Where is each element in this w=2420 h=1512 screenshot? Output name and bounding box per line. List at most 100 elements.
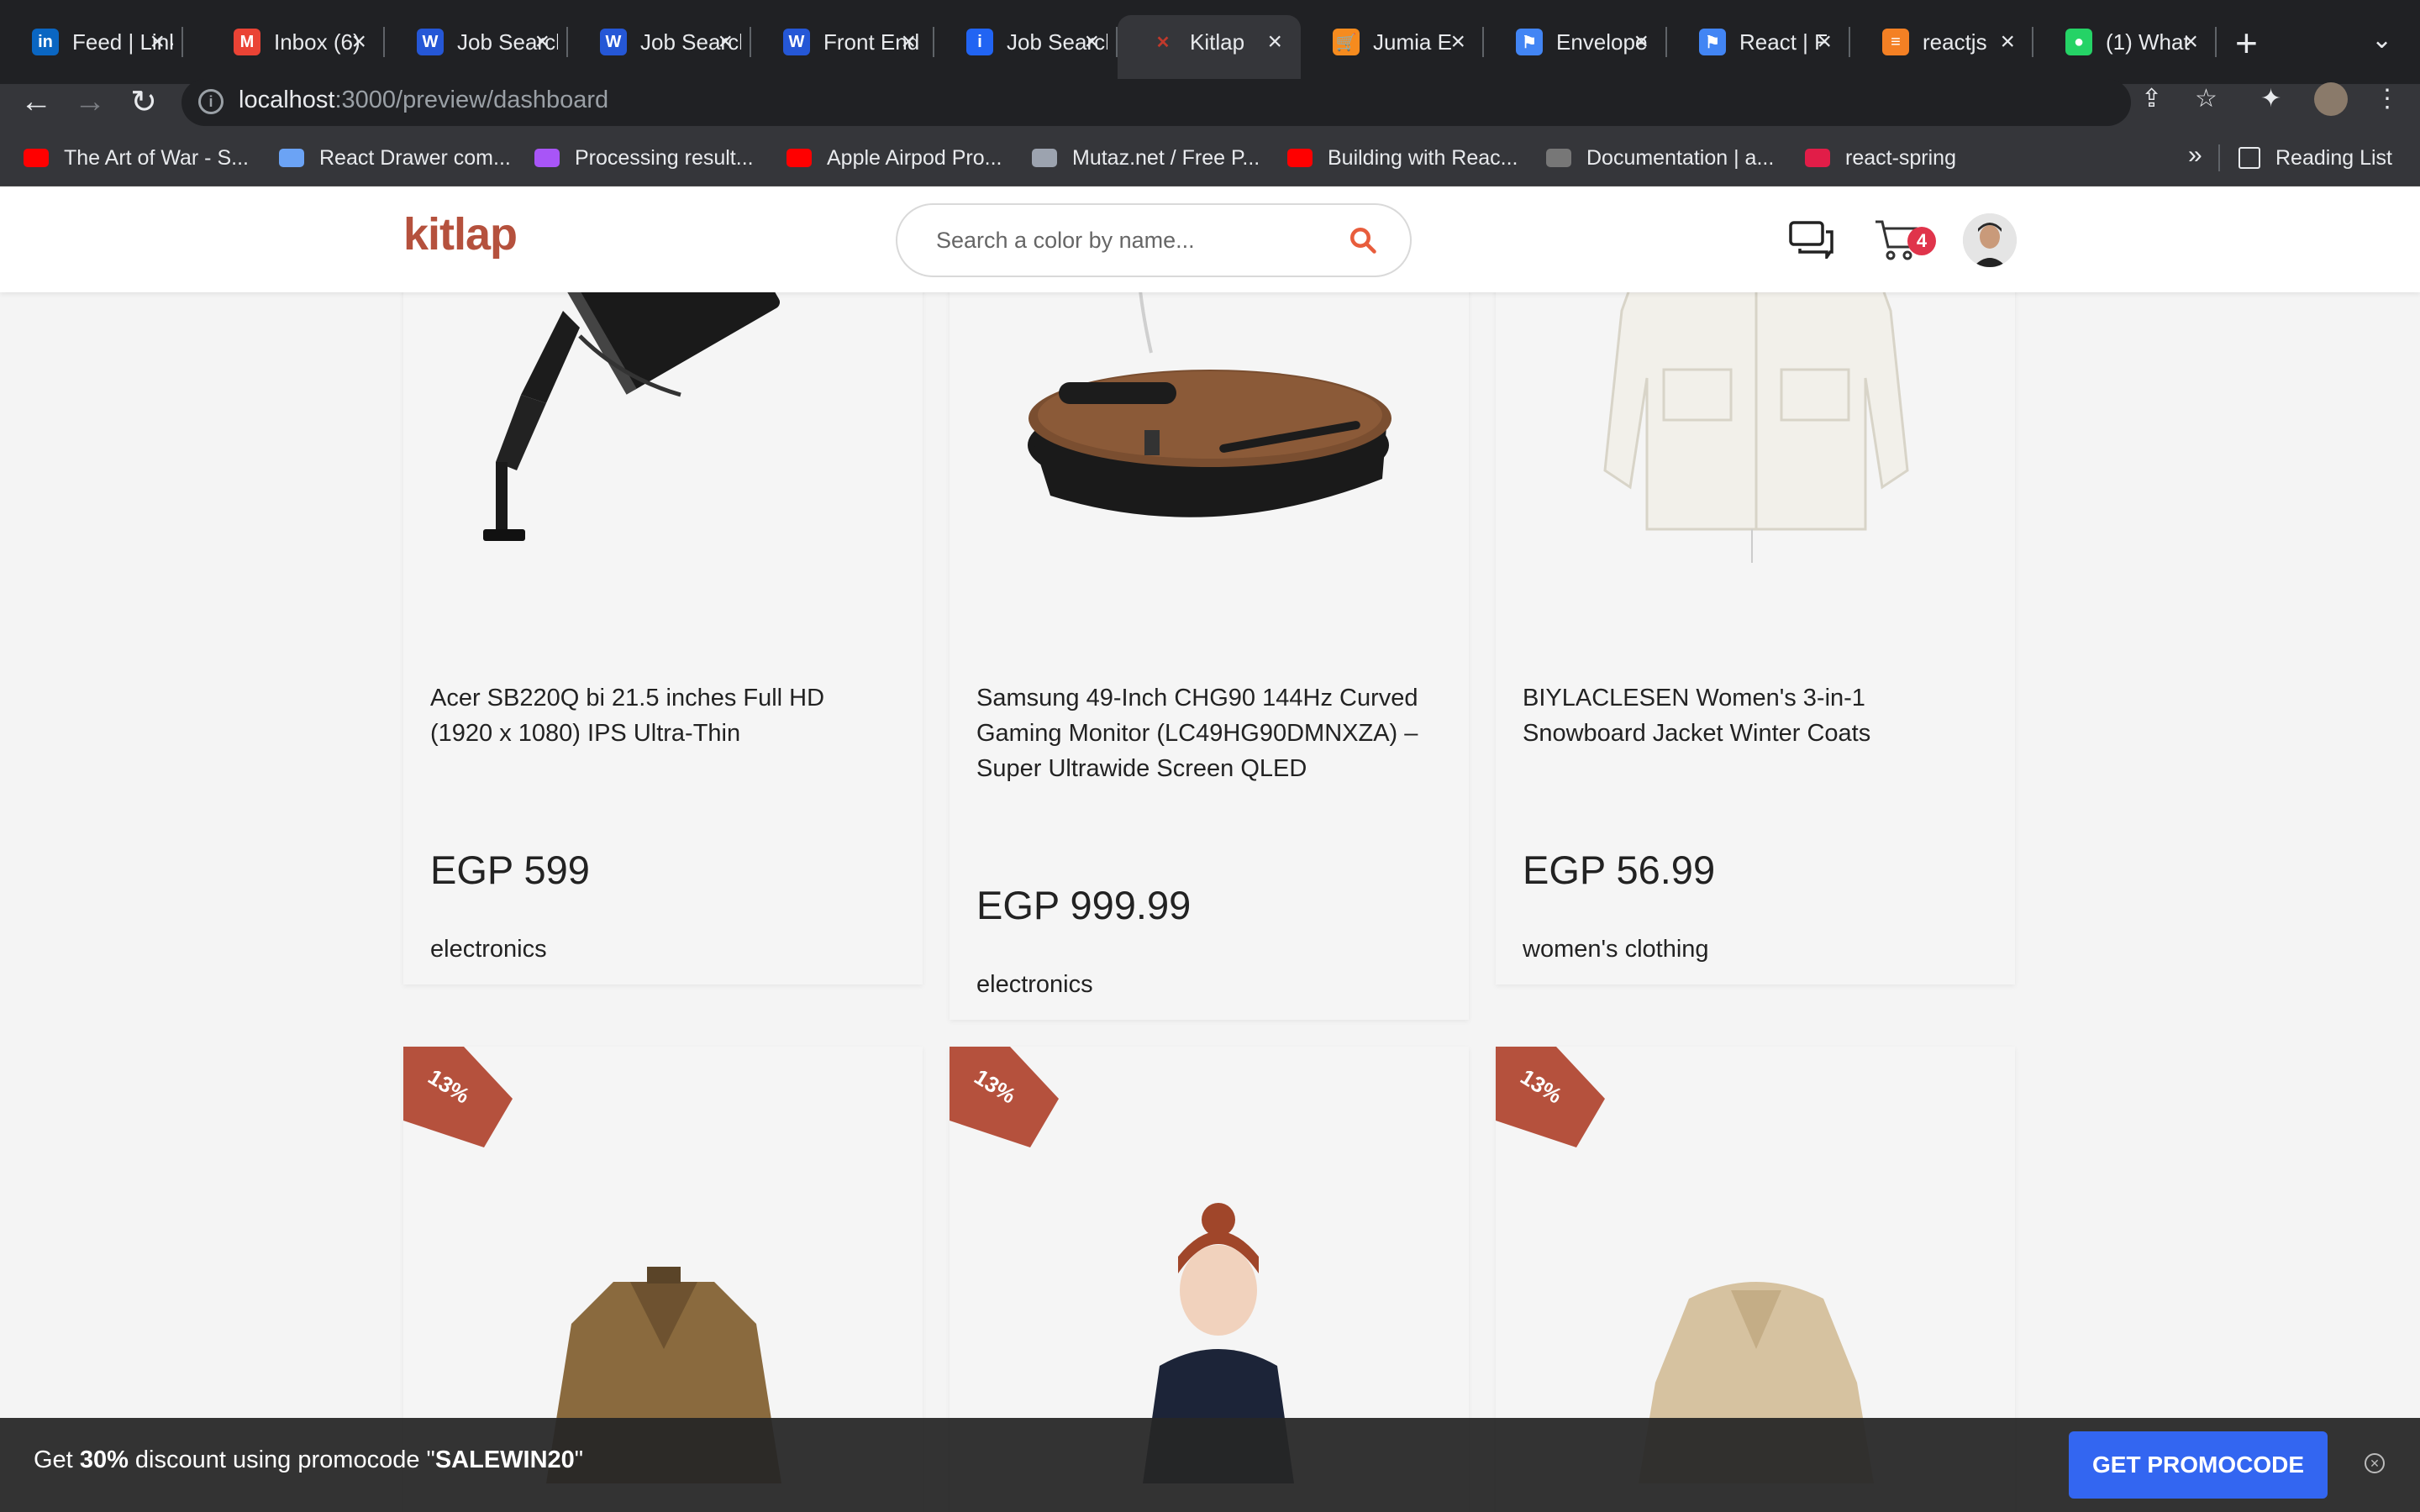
close-tab-icon[interactable]: ×	[1634, 28, 1649, 56]
profile-avatar-icon[interactable]	[2314, 82, 2348, 116]
close-tab-icon[interactable]: ×	[901, 28, 916, 56]
product-card[interactable]: BIYLACLESEN Women's 3-in-1 Snowboard Jac…	[1496, 210, 2015, 984]
search-bar	[896, 203, 1412, 277]
close-tab-icon[interactable]: ×	[1817, 28, 1832, 56]
product-price: EGP 999.99	[976, 883, 1192, 927]
close-tab-icon[interactable]: ×	[534, 28, 550, 56]
extensions-icon[interactable]: ✦	[2260, 84, 2281, 113]
promo-text: Get 30% discount using promocode "SALEWI…	[34, 1446, 583, 1474]
browser-tab[interactable]: ⚑ Envelope ×	[1484, 15, 1667, 69]
browser-tab[interactable]: W Front End ×	[751, 15, 934, 69]
promo-code: SALEWIN20	[434, 1446, 575, 1473]
reading-list-label: Reading List	[2275, 145, 2392, 170]
product-category: electronics	[430, 936, 547, 963]
browser-tab[interactable]: ⚑ React | F ×	[1667, 15, 1850, 69]
bookmark-label: Processing result...	[575, 145, 754, 170]
user-avatar[interactable]	[1963, 213, 2017, 267]
new-tab-icon[interactable]: +	[2235, 20, 2258, 66]
bookmark-favicon-icon	[1287, 149, 1313, 167]
browser-tab[interactable]: M Inbox (6) ×	[202, 15, 385, 69]
kitlap-icon: ✕	[1155, 33, 1171, 52]
bookmark-label: React Drawer com...	[319, 145, 511, 170]
bookmark-label: Documentation | a...	[1586, 145, 1775, 170]
bookmark-favicon-icon	[1546, 149, 1571, 167]
linkedin-icon: in	[32, 29, 59, 55]
bookmark-star-icon[interactable]: ☆	[2195, 84, 2217, 113]
reading-list-button[interactable]: Reading List	[2238, 143, 2392, 173]
bookmark-favicon-icon	[1805, 149, 1830, 167]
browser-menu-icon[interactable]: ⋮	[2375, 84, 2400, 113]
site-info-icon[interactable]: i	[198, 89, 224, 114]
bookmark-label: Building with Reac...	[1328, 145, 1518, 170]
bookmark-favicon-icon	[786, 149, 812, 167]
product-price: EGP 599	[430, 848, 590, 892]
product-category: electronics	[976, 971, 1093, 998]
browser-tab[interactable]: i Job Search ×	[934, 15, 1118, 69]
tab-search-chevron-icon[interactable]: ⌄	[2371, 25, 2392, 55]
bookmark-label: The Art of War - S...	[64, 145, 249, 170]
bookmark-favicon-icon	[24, 149, 49, 167]
stackoverflow-icon: ≡	[1882, 29, 1909, 55]
whatsapp-icon: ●	[2065, 29, 2092, 55]
bookmark-item[interactable]: React Drawer com...	[279, 143, 511, 173]
search-icon[interactable]	[1348, 225, 1378, 255]
browser-tab[interactable]: W Job Search ×	[568, 15, 751, 69]
product-name[interactable]: Acer SB220Q bi 21.5 inches Full HD (1920…	[430, 680, 889, 751]
flag-icon: ⚑	[1699, 29, 1726, 55]
bookmark-item[interactable]: The Art of War - S...	[24, 143, 249, 173]
product-name[interactable]: BIYLACLESEN Women's 3-in-1 Snowboard Jac…	[1523, 680, 1981, 751]
product-name[interactable]: Samsung 49-Inch CHG90 144Hz Curved Gamin…	[976, 680, 1435, 786]
forward-icon[interactable]: →	[69, 81, 111, 123]
close-tab-icon[interactable]: ×	[2183, 28, 2198, 56]
get-promocode-button[interactable]: GET PROMOCODE	[2069, 1431, 2328, 1499]
promo-prefix: Get	[34, 1446, 80, 1473]
bookmark-label: Apple Airpod Pro...	[827, 145, 1002, 170]
bookmark-item[interactable]: Processing result...	[534, 143, 754, 173]
promo-middle: discount using promocode "	[128, 1446, 435, 1473]
w-icon: W	[783, 29, 810, 55]
cart-icon: 🛒	[1333, 29, 1360, 55]
bookmark-item[interactable]: Documentation | a...	[1546, 143, 1774, 173]
browser-tab[interactable]: ✕ Kitlap ×	[1118, 15, 1301, 84]
reading-list-icon	[2238, 147, 2260, 169]
more-bookmarks-icon[interactable]: »	[2188, 141, 2202, 170]
reload-icon[interactable]: ↻	[123, 81, 165, 123]
bookmark-item[interactable]: react-spring	[1805, 143, 1956, 173]
browser-tab[interactable]: 🛒 Jumia E ×	[1301, 15, 1484, 69]
browser-tab[interactable]: W Job Search ×	[385, 15, 568, 69]
close-tab-icon[interactable]: ×	[2000, 28, 2015, 56]
close-tab-icon[interactable]: ×	[1450, 28, 1465, 56]
back-icon[interactable]: ←	[15, 81, 57, 123]
tab-divider	[182, 27, 183, 57]
bookmark-item[interactable]: Building with Reac...	[1287, 143, 1518, 173]
close-tab-icon[interactable]: ×	[1084, 28, 1099, 56]
product-card[interactable]: Acer SB220Q bi 21.5 inches Full HD (1920…	[403, 210, 923, 984]
url-path: :3000/preview/dashboard	[334, 87, 609, 113]
product-price: EGP 56.99	[1523, 848, 1716, 892]
tab-divider	[2215, 27, 2217, 57]
bookmark-favicon-icon	[1032, 149, 1057, 167]
bookmark-favicon-icon	[279, 149, 304, 167]
bookmark-item[interactable]: Apple Airpod Pro...	[786, 143, 1002, 173]
logo[interactable]: kitlap	[403, 208, 518, 260]
close-tab-icon[interactable]: ×	[718, 28, 733, 56]
gmail-icon: M	[234, 29, 260, 55]
promo-suffix: "	[574, 1446, 584, 1473]
close-tab-icon[interactable]: ×	[150, 28, 165, 56]
close-icon[interactable]: ✕	[2365, 1453, 2385, 1473]
browser-tab[interactable]: ≡ reactjs ×	[1850, 15, 2033, 69]
browser-tab[interactable]: ● (1) What ×	[2033, 15, 2217, 69]
close-tab-icon[interactable]: ×	[351, 28, 366, 56]
share-icon[interactable]: ⇪	[2141, 84, 2162, 113]
url-text[interactable]: localhost:3000/preview/dashboard	[239, 87, 608, 114]
bookmark-label: Mutaz.net / Free P...	[1072, 145, 1260, 170]
chat-icon[interactable]	[1788, 220, 1833, 259]
flag-icon: ⚑	[1516, 29, 1543, 55]
search-input[interactable]	[936, 227, 1323, 254]
bookmark-favicon-icon	[534, 149, 560, 167]
bookmark-item[interactable]: Mutaz.net / Free P...	[1032, 143, 1260, 173]
product-card[interactable]: Samsung 49-Inch CHG90 144Hz Curved Gamin…	[950, 210, 1469, 1020]
close-tab-icon[interactable]: ×	[1267, 28, 1282, 56]
w-icon: W	[417, 29, 444, 55]
browser-tab[interactable]: inFeed | LinkedIn×	[0, 15, 183, 69]
